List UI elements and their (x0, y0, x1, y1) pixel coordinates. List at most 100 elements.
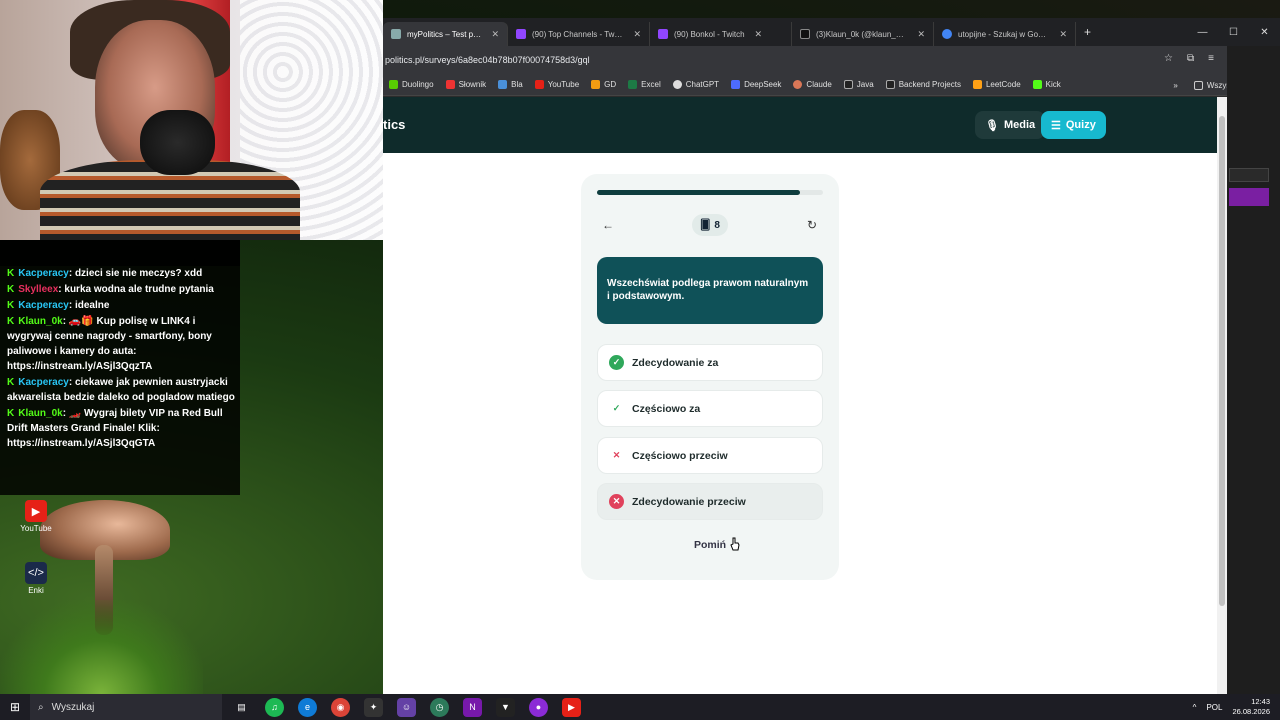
bookmark-label: Kick (1045, 80, 1061, 89)
dictionary-icon (445, 80, 455, 89)
discord-icon[interactable]: ☺ (397, 697, 416, 717)
language-indicator[interactable]: POL (1206, 703, 1222, 712)
option-partly-agree[interactable]: ✓ Częściowo za (597, 390, 823, 427)
bookmark-bla[interactable]: Bla (492, 80, 529, 89)
chat-text: idealne (74, 300, 110, 311)
edge-icon[interactable]: e (298, 697, 317, 717)
back-arrow-icon[interactable]: ← (597, 214, 619, 236)
bookmark-label: Bla (511, 80, 523, 89)
bookmark-label: YouTube (547, 80, 580, 89)
bookmark-claude[interactable]: Claude (787, 80, 837, 89)
tab-title: (3)Klaun_0k (@klaun_0k) | (816, 29, 908, 39)
twitch-icon (516, 29, 526, 39)
clock-time: 12:43 (1251, 697, 1270, 706)
bookmark-label: GD (604, 80, 617, 89)
bookmark-duolingo[interactable]: Duolingo (383, 80, 440, 89)
bookmark-youtube[interactable]: YouTube (529, 80, 585, 89)
quiz-button[interactable]: ☰ Quizy (1041, 111, 1106, 139)
new-tab-button[interactable]: + (1076, 25, 1099, 39)
chat-message: K Skylleex: kurka wodna ale trudne pytani… (7, 284, 214, 295)
close-icon[interactable]: ✕ (917, 29, 925, 40)
task-view-icon[interactable]: ▤ (232, 698, 251, 717)
counter-value: 8 (714, 219, 720, 231)
close-icon[interactable]: ✕ (491, 29, 499, 40)
obs-icon[interactable]: ● (529, 697, 548, 717)
java-icon (843, 80, 853, 89)
close-window-icon[interactable]: ✕ (1249, 18, 1280, 46)
maximize-icon[interactable]: ☐ (1218, 18, 1249, 46)
window-controls: — ☐ ✕ (1187, 18, 1280, 46)
site-logo[interactable]: tics (383, 117, 405, 132)
youtube-desktop-shortcut[interactable]: ▶ YouTube (16, 500, 56, 533)
list-icon (391, 29, 401, 39)
tiktok-icon (800, 29, 810, 39)
chrome-icon[interactable]: ◉ (331, 697, 350, 717)
clock-app-icon[interactable]: ◷ (430, 697, 449, 717)
option-strongly-disagree[interactable]: ✕ Zdecydowanie przeciw (597, 483, 823, 520)
leetcode-icon (972, 80, 982, 89)
tab-bar: myPolitics – Test poglądów ✕ (90) Top Ch… (383, 18, 1280, 46)
reset-icon[interactable]: ↻ (801, 214, 823, 236)
chevron-up-icon[interactable]: ^ (1193, 703, 1197, 712)
windows-start-icon[interactable]: ⊞ (0, 694, 30, 720)
page-content: tics 🎙 Media ☰ Quizy ← 🂠 8 ↻ Wszechświat… (383, 97, 1217, 694)
bookmark-label: Backend Projects (898, 80, 961, 89)
chat-username: Kacperacy (18, 300, 69, 311)
bookmark-deepseek[interactable]: DeepSeek (725, 80, 787, 89)
more-bookmarks-icon[interactable]: » (1173, 81, 1177, 90)
chat-text: kurka wodna ale trudne pytania (64, 284, 214, 295)
bookmark-chatgpt[interactable]: ChatGPT (667, 80, 725, 89)
twitch-icon (658, 29, 668, 39)
progress-bar (597, 190, 823, 195)
bookmark-kick[interactable]: Kick (1027, 80, 1067, 89)
fox-app-icon[interactable]: ▼ (496, 697, 515, 717)
tab-google[interactable]: utopijne - Szukaj w Google ✕ (934, 22, 1076, 46)
app-icon[interactable]: ✦ (364, 697, 383, 717)
bookmark-excel[interactable]: Excel (622, 80, 667, 89)
media-controls-icon[interactable]: ≡ (1208, 53, 1214, 67)
chat-username: Kacperacy (18, 377, 69, 388)
taskbar-search[interactable]: ⌕ Wyszukaj (30, 694, 222, 720)
x-icon: ✕ (612, 450, 621, 460)
check-circle-icon: ✓ (609, 355, 624, 370)
onenote-icon[interactable]: N (463, 697, 482, 717)
chat-message: K Kacperacy: dzieci sie nie meczys? xdd (7, 268, 203, 279)
option-strongly-agree[interactable]: ✓ Zdecydowanie za (597, 344, 823, 381)
background-window-field (1229, 168, 1269, 182)
enki-desktop-shortcut[interactable]: </> Enki (16, 562, 56, 595)
minimize-icon[interactable]: — (1187, 18, 1218, 46)
tab-tiktok[interactable]: (3)Klaun_0k (@klaun_0k) | ✕ (792, 22, 934, 46)
bookmark-leetcode[interactable]: LeetCode (967, 80, 1027, 89)
chat-message: K Klaun_0k: 🚗🎁 Kup polisę w LINK4 i wygry… (7, 316, 212, 372)
list-icon: ☰ (1051, 119, 1061, 132)
close-icon[interactable]: ✕ (633, 29, 641, 40)
spotify-icon[interactable]: ♫ (265, 697, 284, 717)
tab-twitch-bonkol[interactable]: (90) Bonkol - Twitch ✕ (650, 22, 792, 46)
folder-icon (1193, 80, 1203, 90)
bookmark-slownik[interactable]: Słownik (440, 80, 493, 89)
star-icon[interactable]: ☆ (1164, 53, 1173, 67)
scroll-thumb[interactable] (1219, 116, 1225, 606)
close-icon[interactable]: ✕ (755, 29, 763, 40)
skip-button[interactable]: Pomiń (581, 539, 839, 551)
option-partly-disagree[interactable]: ✕ Częściowo przeciw (597, 437, 823, 474)
extensions-icon[interactable]: ⧉ (1187, 53, 1194, 67)
chat-username: Kacperacy (18, 268, 69, 279)
tab-twitch-top[interactable]: (90) Top Channels - Twitch ✕ (508, 22, 650, 46)
url-field[interactable]: politics.pl/surveys/6a8ec04b78b07f000747… (383, 55, 1164, 65)
kick-icon: K (7, 408, 15, 419)
bookmark-label: DeepSeek (744, 80, 782, 89)
youtube-icon (534, 80, 544, 89)
clock[interactable]: 12:43 26.08.2026 (1232, 697, 1270, 717)
chat-text: dzieci sie nie meczys? xdd (74, 268, 203, 279)
bookmark-backend[interactable]: Backend Projects (880, 80, 967, 89)
tab-mypolitics[interactable]: myPolitics – Test poglądów ✕ (383, 22, 508, 46)
media-button[interactable]: 🎙 Media (975, 111, 1046, 139)
bookmark-gd[interactable]: GD (585, 80, 622, 89)
kick-icon: K (7, 316, 15, 327)
site-header: tics 🎙 Media ☰ Quizy (383, 97, 1217, 153)
chatgpt-icon (672, 80, 682, 89)
youtube-icon[interactable]: ▶ (562, 697, 581, 717)
close-icon[interactable]: ✕ (1059, 29, 1067, 40)
bookmark-java[interactable]: Java (838, 80, 880, 89)
